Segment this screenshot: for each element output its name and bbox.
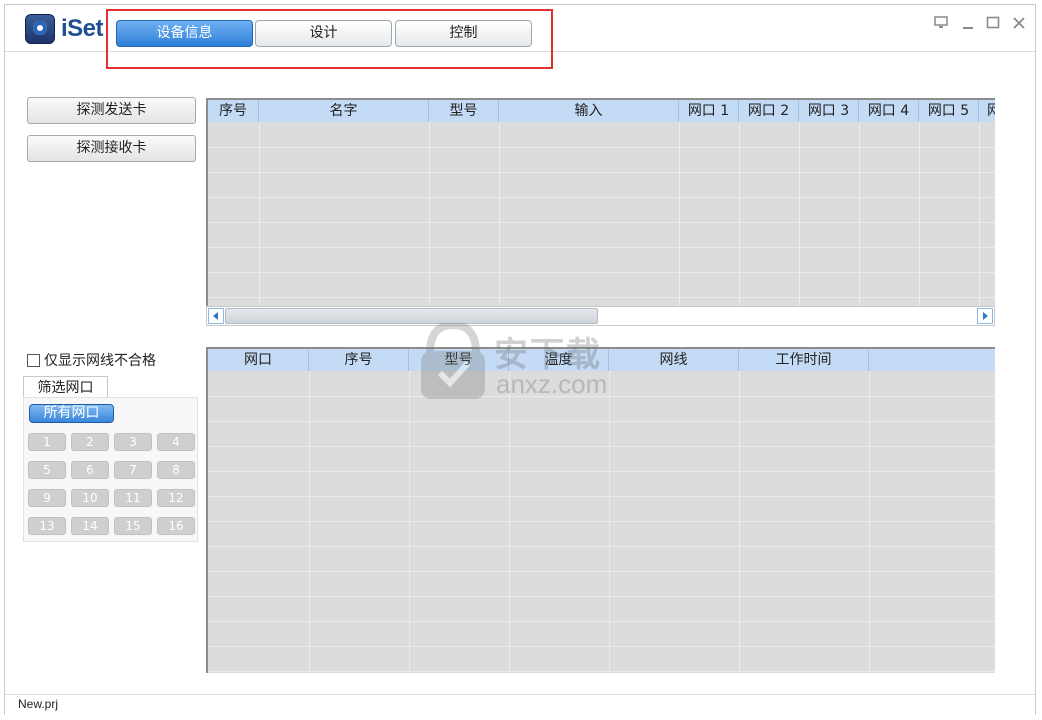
grid-column-line: [309, 371, 310, 673]
grid-column-line: [429, 122, 430, 306]
tab-filter-ports[interactable]: 筛选网口: [23, 376, 108, 398]
port-button-4[interactable]: 4: [157, 433, 195, 451]
detect-receiver-card-button[interactable]: 探测接收卡: [27, 135, 196, 162]
status-bar: New.prj: [5, 694, 1035, 715]
grid-column-line: [869, 371, 870, 673]
detect-sender-card-button[interactable]: 探测发送卡: [27, 97, 196, 124]
grid-row-line: [208, 546, 995, 547]
grid-row-line: [208, 396, 995, 397]
grid-column-line: [859, 122, 860, 306]
column-header[interactable]: 网口 1: [679, 100, 739, 122]
column-header[interactable]: 网: [979, 100, 995, 122]
port-button-2[interactable]: 2: [71, 433, 109, 451]
grid-column-line: [919, 122, 920, 306]
port-button-13[interactable]: 13: [28, 517, 66, 535]
column-header[interactable]: 网口 3: [799, 100, 859, 122]
grid-row-line: [208, 621, 995, 622]
port-button-9[interactable]: 9: [28, 489, 66, 507]
scroll-thumb[interactable]: [225, 308, 598, 324]
sender-card-table[interactable]: 序号 名字 型号 输入 网口 1 网口 2 网口 3 网口 4 网口 5 网: [206, 98, 995, 306]
grid-row-line: [208, 571, 995, 572]
app-logo-text: iSet: [61, 15, 104, 42]
grid-row-line: [208, 521, 995, 522]
minimize-icon[interactable]: [960, 15, 976, 34]
grid-row-line: [208, 646, 995, 647]
only-bad-cable-checkbox[interactable]: [27, 354, 40, 367]
column-header[interactable]: 型号: [429, 100, 499, 122]
grid-row-line: [208, 471, 995, 472]
grid-row-line: [208, 172, 995, 173]
port-button-14[interactable]: 14: [71, 517, 109, 535]
port-button-16[interactable]: 16: [157, 517, 195, 535]
close-icon[interactable]: [1011, 15, 1027, 34]
horizontal-scrollbar[interactable]: [206, 306, 995, 326]
port-button-5[interactable]: 5: [28, 461, 66, 479]
column-header[interactable]: 名字: [259, 100, 429, 122]
grid-row-line: [208, 272, 995, 273]
maximize-icon[interactable]: [985, 15, 1001, 34]
column-header[interactable]: 输入: [499, 100, 679, 122]
port-button-3[interactable]: 3: [114, 433, 152, 451]
grid-column-line: [409, 371, 410, 673]
app-window: iSet 设备信息 设计 控制 探测发送卡 探测接收卡 序号 名字 型号 输入 …: [4, 4, 1036, 715]
grid-row-line: [208, 596, 995, 597]
grid-column-line: [739, 371, 740, 673]
sender-table-header: 序号 名字 型号 输入 网口 1 网口 2 网口 3 网口 4 网口 5 网: [208, 100, 995, 122]
column-header[interactable]: 网口 5: [919, 100, 979, 122]
port-button-1[interactable]: 1: [28, 433, 66, 451]
port-button-11[interactable]: 11: [114, 489, 152, 507]
port-button-15[interactable]: 15: [114, 517, 152, 535]
grid-column-line: [739, 122, 740, 306]
filter-ports-panel: 所有网口 1 2 3 4 5 6 7 8 9 10 11 12 13 14 15 16: [23, 397, 198, 542]
only-bad-cable-label: 仅显示网线不合格: [44, 353, 156, 369]
app-logo-icon: [25, 14, 55, 44]
grid-row-line: [208, 446, 995, 447]
column-header[interactable]: 型号: [409, 349, 509, 371]
tabs-highlight-box: [106, 9, 553, 69]
column-header[interactable]: 工作时间: [739, 349, 869, 371]
grid-column-line: [679, 122, 680, 306]
column-header[interactable]: 网线: [609, 349, 739, 371]
port-button-10[interactable]: 10: [71, 489, 109, 507]
scroll-left-icon[interactable]: [208, 308, 224, 324]
receiver-table-header: 网口 序号 型号 温度 网线 工作时间: [208, 349, 995, 371]
port-button-7[interactable]: 7: [114, 461, 152, 479]
all-ports-button[interactable]: 所有网口: [29, 404, 114, 423]
grid-column-line: [979, 122, 980, 306]
monitor-icon[interactable]: [933, 15, 949, 34]
grid-row-line: [208, 496, 995, 497]
port-button-12[interactable]: 12: [157, 489, 195, 507]
column-header[interactable]: 网口: [208, 349, 309, 371]
column-header[interactable]: 序号: [309, 349, 409, 371]
project-filename: New.prj: [18, 697, 59, 711]
grid-row-line: [208, 671, 995, 672]
grid-column-line: [499, 122, 500, 306]
column-header[interactable]: 温度: [509, 349, 609, 371]
grid-row-line: [208, 297, 995, 298]
grid-column-line: [259, 122, 260, 306]
column-header[interactable]: 序号: [208, 100, 259, 122]
grid-row-line: [208, 421, 995, 422]
grid-column-line: [609, 371, 610, 673]
port-button-6[interactable]: 6: [71, 461, 109, 479]
column-header[interactable]: 网口 4: [859, 100, 919, 122]
grid-column-line: [799, 122, 800, 306]
grid-row-line: [208, 147, 995, 148]
column-header[interactable]: 网口 2: [739, 100, 799, 122]
grid-row-line: [208, 247, 995, 248]
grid-row-line: [208, 197, 995, 198]
grid-row-line: [208, 222, 995, 223]
scroll-right-icon[interactable]: [977, 308, 993, 324]
port-button-8[interactable]: 8: [157, 461, 195, 479]
grid-column-line: [509, 371, 510, 673]
receiver-card-table[interactable]: 网口 序号 型号 温度 网线 工作时间: [206, 347, 995, 673]
